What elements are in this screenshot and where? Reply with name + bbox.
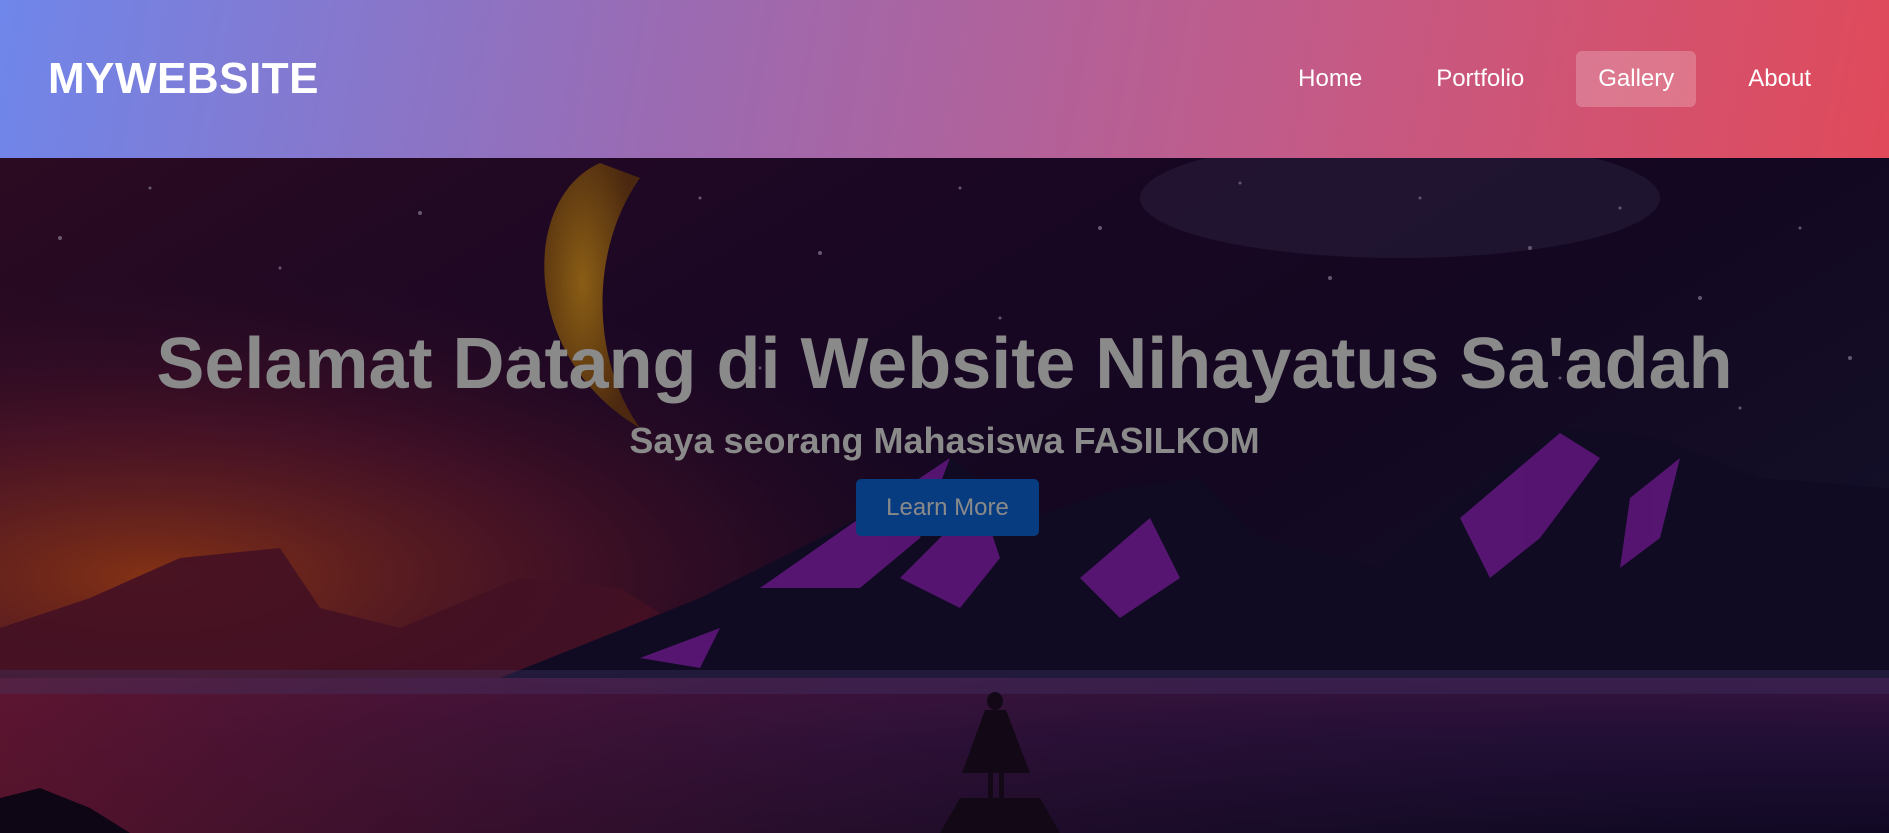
main-nav: Home Portfolio Gallery About <box>1276 51 1833 107</box>
site-logo[interactable]: MYWEBSITE <box>48 54 319 104</box>
hero-section: Selamat Datang di Website Nihayatus Sa'a… <box>0 158 1889 833</box>
nav-home[interactable]: Home <box>1276 51 1384 107</box>
nav-portfolio[interactable]: Portfolio <box>1414 51 1546 107</box>
nav-gallery[interactable]: Gallery <box>1576 51 1697 107</box>
hero-content: Selamat Datang di Website Nihayatus Sa'a… <box>0 158 1889 833</box>
site-header: MYWEBSITE Home Portfolio Gallery About <box>0 0 1889 158</box>
learn-more-button[interactable]: Learn More <box>856 479 1039 536</box>
nav-about[interactable]: About <box>1726 51 1833 107</box>
hero-title: Selamat Datang di Website Nihayatus Sa'a… <box>156 324 1733 404</box>
hero-subtitle: Saya seorang Mahasiswa FASILKOM <box>629 420 1260 461</box>
